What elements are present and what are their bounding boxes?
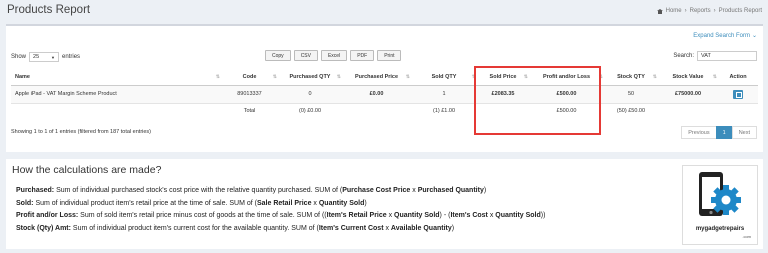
totals-label: Total [243, 108, 256, 115]
excel-button[interactable]: Excel [320, 50, 348, 61]
sort-icon: ⇅ [405, 74, 410, 80]
calc-line-stock: Stock (Qty) Amt: Sum of individual produ… [16, 224, 455, 232]
select-caret-icon: ▼ [51, 54, 56, 60]
cell-action [718, 85, 758, 104]
search-label: Search: [673, 53, 694, 59]
column-header-name[interactable]: Name ⇅ [11, 69, 221, 86]
show-label: Show [11, 54, 27, 60]
sort-icon: ⇅ [652, 74, 657, 80]
cell-stock-qty: 50 [604, 85, 658, 104]
column-header-purchased-price[interactable]: Purchased Price ⇅ [342, 69, 411, 86]
cell-purchased-qty: 0 [278, 85, 342, 104]
calculations-list: Purchased: Sum of individual purchased s… [16, 185, 545, 235]
calculations-panel: How the calculations are made? Purchased… [6, 159, 763, 249]
table-header-row: Name ⇅ Code ⇅ Purchased QTY ⇅ Purchased Pri… [11, 69, 758, 86]
totals-stock: (50) £50.00 [616, 108, 646, 115]
edit-icon[interactable] [733, 89, 743, 99]
breadcrumb-reports[interactable]: Reports [690, 8, 711, 14]
entries-label: entries [62, 54, 81, 60]
cell-stock-value: £75000.00 [658, 85, 718, 104]
expand-search-form-label: Expand Search Form [693, 32, 750, 39]
cell-purchased-price: £0.00 [342, 85, 411, 104]
column-header-sold-qty[interactable]: Sold QTY ⇅ [411, 69, 477, 86]
highlight-annotation [474, 66, 601, 135]
breadcrumb: Home › Reports › Products Report [656, 8, 762, 14]
logo-domain: .com [742, 234, 751, 239]
search-input[interactable]: VAT [697, 51, 757, 61]
table-row: Apple iPad - VAT Margin Scheme Product 8… [11, 85, 758, 104]
pdf-button[interactable]: PDF [350, 50, 375, 61]
breadcrumb-home[interactable]: Home [666, 8, 682, 14]
page-1-button[interactable]: 1 [715, 126, 733, 139]
search-control: Search: VAT [673, 51, 757, 61]
pagination: Previous 1 Next [681, 126, 757, 139]
products-table: Name ⇅ Code ⇅ Purchased QTY ⇅ Purchased Pri… [11, 69, 758, 119]
sort-icon: ⇅ [272, 74, 277, 80]
copy-button[interactable]: Copy [265, 50, 291, 61]
sort-icon: ⇅ [712, 74, 717, 80]
page-header: Products Report Home › Reports › Product… [0, 0, 768, 22]
breadcrumb-current: Products Report [718, 8, 762, 14]
cell-code: 89013337 [221, 85, 278, 104]
chevron-down-icon: ⌄ [751, 33, 757, 39]
calc-line-sold: Sold: Sum of individual product item's r… [16, 199, 367, 207]
page-length-select[interactable]: 25 ▼ [29, 52, 60, 62]
column-header-action: Action [718, 69, 758, 86]
column-header-purchased-qty[interactable]: Purchased QTY ⇅ [278, 69, 342, 86]
mygadgetrepairs-logo: mygadgetrepairs .com [682, 165, 758, 245]
csv-button[interactable]: CSV [293, 50, 318, 61]
next-button[interactable]: Next [731, 126, 757, 139]
sort-icon: ⇅ [215, 74, 220, 80]
column-header-code[interactable]: Code ⇅ [221, 69, 278, 86]
print-button[interactable]: Print [377, 50, 402, 61]
previous-button[interactable]: Previous [681, 126, 717, 139]
calculations-title: How the calculations are made? [12, 164, 162, 176]
totals-purchased: (0) £0.00 [298, 108, 321, 115]
page-length-value: 25 [33, 54, 40, 60]
breadcrumb-separator: › [684, 8, 687, 14]
page-title: Products Report [7, 4, 91, 16]
page-length-control: Show 25 ▼ entries [11, 52, 80, 62]
phone-gear-icon [699, 172, 741, 216]
totals-sold: (1) £1.00 [432, 108, 455, 115]
cell-name: Apple iPad - VAT Margin Scheme Product [11, 85, 221, 104]
breadcrumb-separator: › [713, 8, 716, 14]
table-info: Showing 1 to 1 of 1 entries (filtered fr… [11, 129, 152, 135]
column-header-stock-qty[interactable]: Stock QTY ⇅ [604, 69, 658, 86]
export-buttons: Copy CSV Excel PDF Print [265, 50, 402, 61]
calc-line-purchased: Purchased: Sum of individual purchased s… [16, 187, 487, 194]
home-icon[interactable] [656, 8, 663, 14]
cell-sold-qty: 1 [411, 85, 477, 104]
totals-row: Total (0) £0.00 (1) £1.00 £500.00 (50) £… [11, 103, 758, 119]
column-header-stock-value[interactable]: Stock Value ⇅ [658, 69, 718, 86]
logo-text: mygadgetrepairs [695, 226, 745, 232]
sort-icon: ⇅ [336, 74, 341, 80]
expand-search-form-link[interactable]: Expand Search Form ⌄ [693, 32, 757, 40]
calc-line-profit-loss: Profit and/or Loss: Sum of sold item's r… [16, 212, 546, 219]
page: Products Report Home › Reports › Product… [0, 0, 768, 253]
